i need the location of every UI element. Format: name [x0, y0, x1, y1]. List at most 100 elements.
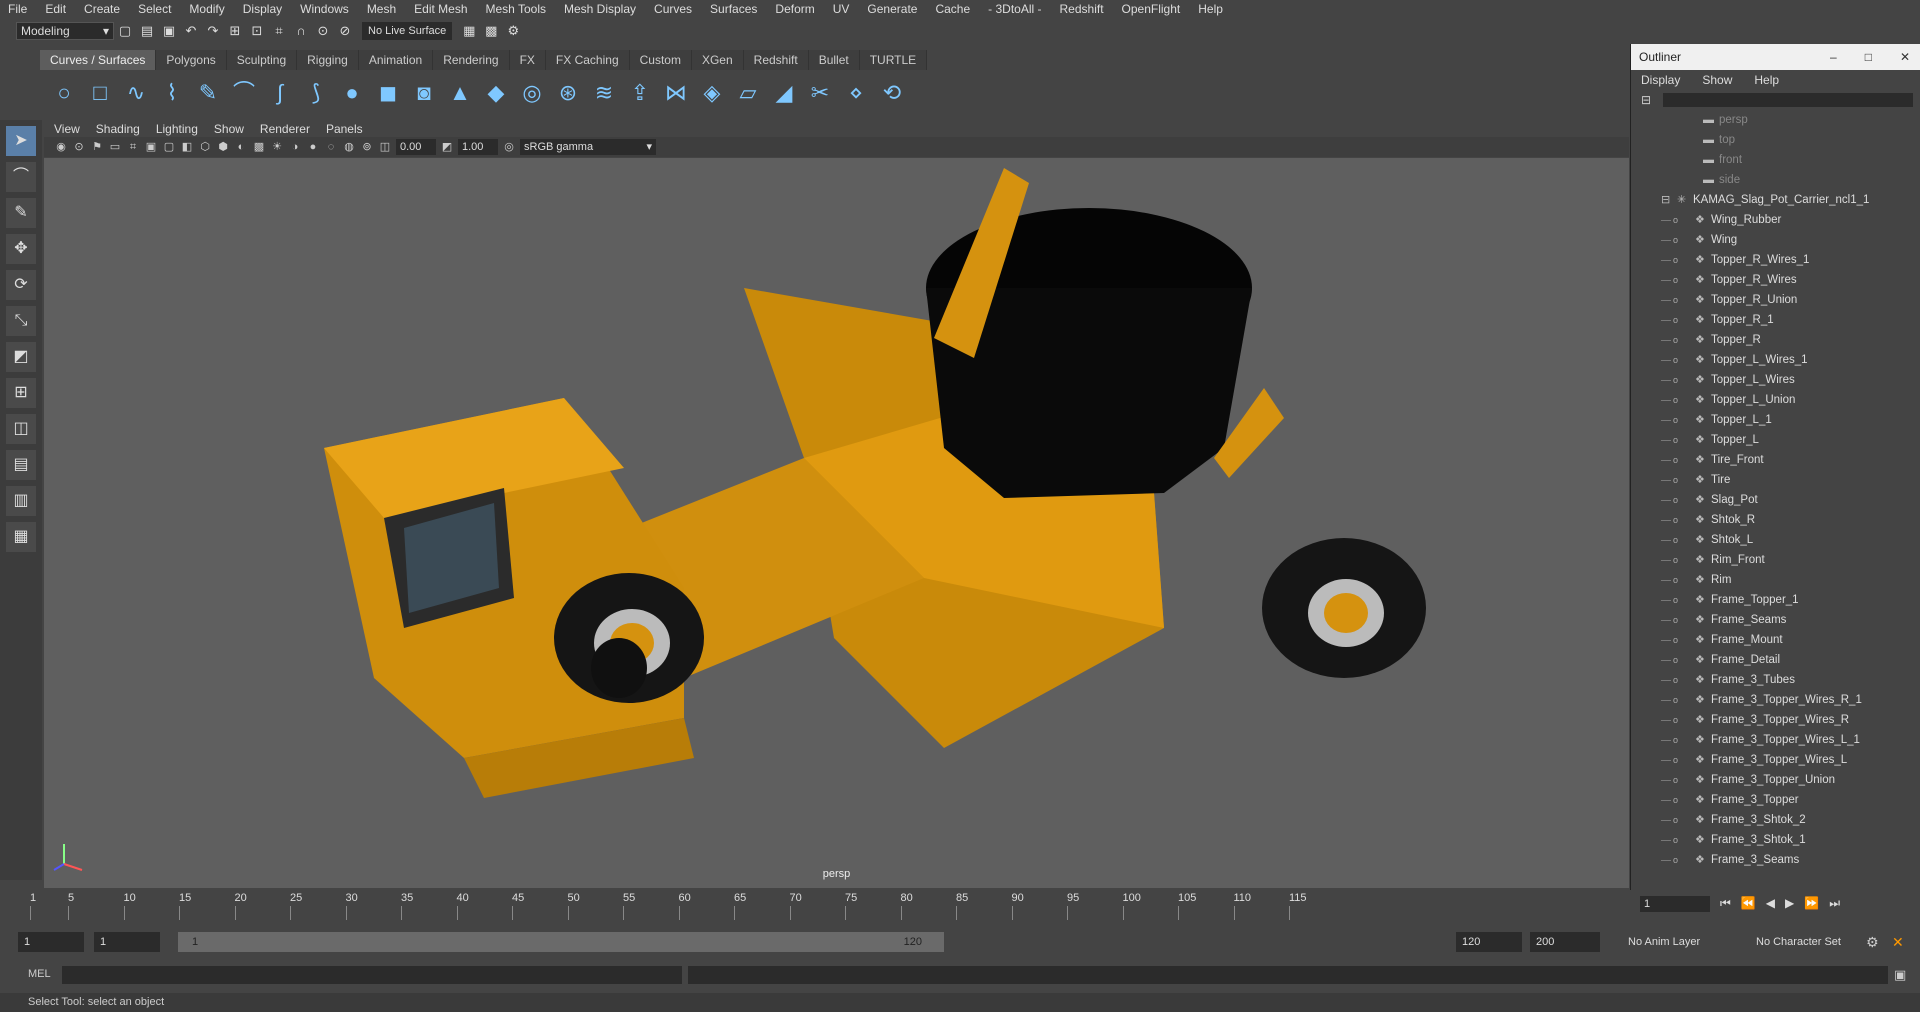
snap-curve-icon[interactable]: ∩ [292, 22, 310, 40]
motion-blur-icon[interactable]: ◌ [324, 140, 338, 154]
outliner-mesh-row[interactable]: o ❖ Frame_3_Topper_Union [1631, 770, 1920, 790]
viewport-persp[interactable]: persp [44, 158, 1629, 888]
trim-icon[interactable]: ✂ [806, 79, 834, 107]
menu-item[interactable]: Surfaces [710, 2, 757, 16]
ep-curve-icon[interactable]: ⌇ [158, 79, 186, 107]
smooth-shade-icon[interactable]: ⬢ [216, 140, 230, 154]
outliner-camera-row[interactable]: ▬ front [1631, 150, 1920, 170]
panel-menu-item[interactable]: Lighting [156, 122, 198, 136]
character-set-select[interactable]: No Character Set [1750, 932, 1862, 952]
command-input[interactable] [62, 966, 682, 984]
outliner-mesh-row[interactable]: o ❖ Frame_3_Topper_Wires_R_1 [1631, 690, 1920, 710]
menu-item[interactable]: Edit Mesh [414, 2, 467, 16]
anim-layer-select[interactable]: No Anim Layer [1622, 932, 1732, 952]
menu-item[interactable]: Mesh [367, 2, 396, 16]
outliner-mesh-row[interactable]: o ❖ Topper_R_Wires [1631, 270, 1920, 290]
exposure-field[interactable]: 0.00 [396, 139, 436, 155]
shelf-tab[interactable]: Rigging [297, 50, 359, 70]
curve-edit-icon[interactable]: ⟆ [302, 79, 330, 107]
nurbs-square-icon[interactable]: □ [86, 79, 114, 107]
outliner-layout-icon[interactable]: ▤ [6, 450, 36, 480]
shadows-icon[interactable]: ◑ [288, 140, 302, 154]
outliner-camera-row[interactable]: ▬ top [1631, 130, 1920, 150]
render-settings-icon[interactable]: ⚙ [504, 22, 522, 40]
outliner-mesh-row[interactable]: o ❖ Rim [1631, 570, 1920, 590]
filter-icon[interactable]: ⊟ [1641, 93, 1651, 107]
outliner-mesh-row[interactable]: o ❖ Topper_L_Wires_1 [1631, 350, 1920, 370]
menu-item[interactable]: Cache [935, 2, 970, 16]
playback-start-field[interactable]: 1 [94, 932, 160, 952]
go-end-icon[interactable]: ⏭ [1829, 896, 1840, 912]
outliner-group-row[interactable]: ⊟ ✳ KAMAG_Slag_Pot_Carrier_ncl1_1 [1631, 190, 1920, 210]
menu-item[interactable]: Curves [654, 2, 692, 16]
plane-icon[interactable]: ◆ [482, 79, 510, 107]
outliner-mesh-row[interactable]: o ❖ Frame_3_Topper [1631, 790, 1920, 810]
exposure-icon[interactable]: ◫ [378, 140, 392, 154]
persp-outliner-icon[interactable]: ▦ [6, 522, 36, 552]
outliner-mesh-row[interactable]: o ❖ Frame_Topper_1 [1631, 590, 1920, 610]
outliner-mesh-row[interactable]: o ❖ Frame_Detail [1631, 650, 1920, 670]
outliner-menu-item[interactable]: Display [1641, 73, 1680, 87]
end-time-field[interactable]: 200 [1530, 932, 1600, 952]
textured-icon[interactable]: ▩ [252, 140, 266, 154]
outliner-mesh-row[interactable]: o ❖ Shtok_R [1631, 510, 1920, 530]
mode-select[interactable]: Modeling [16, 22, 114, 40]
pencil-curve-icon[interactable]: ✎ [194, 79, 222, 107]
shelf-tab[interactable]: Custom [629, 50, 692, 70]
outliner-mesh-row[interactable]: o ❖ Frame_3_Topper_Wires_L_1 [1631, 730, 1920, 750]
boundary-icon[interactable]: ◈ [698, 79, 726, 107]
start-time-field[interactable]: 1 [18, 932, 84, 952]
close-icon[interactable]: ✕ [1900, 50, 1910, 64]
outliner-search-input[interactable] [1663, 93, 1914, 107]
outliner-mesh-row[interactable]: o ❖ Topper_R [1631, 330, 1920, 350]
move-tool-icon[interactable]: ✥ [6, 234, 36, 264]
panel-menu-item[interactable]: View [54, 122, 80, 136]
menu-item[interactable]: OpenFlight [1122, 2, 1181, 16]
minimize-icon[interactable]: – [1830, 50, 1837, 64]
menu-item[interactable]: - 3DtoAll - [988, 2, 1041, 16]
new-scene-icon[interactable]: ▢ [116, 22, 134, 40]
snap-point-icon[interactable]: ⊙ [314, 22, 332, 40]
next-key-icon[interactable]: ⏩ [1804, 896, 1819, 912]
time-slider[interactable]: 1 5 10 15 20 25 30 35 40 45 50 55 60 65 70 75 80 85 90 95 10… [0, 890, 1920, 922]
maximize-icon[interactable]: □ [1865, 50, 1872, 64]
redo-icon[interactable]: ↷ [204, 22, 222, 40]
current-frame-field[interactable]: 1 [1640, 896, 1710, 912]
outliner-mesh-row[interactable]: o ❖ Wing_Rubber [1631, 210, 1920, 230]
menu-item[interactable]: Create [84, 2, 120, 16]
menu-item[interactable]: Mesh Tools [486, 2, 546, 16]
outliner-mesh-row[interactable]: o ❖ Frame_3_Seams [1631, 850, 1920, 870]
wireframe-on-shaded-icon[interactable]: ◐ [234, 140, 248, 154]
menu-item[interactable]: Mesh Display [564, 2, 636, 16]
shelf-tab[interactable]: Polygons [156, 50, 227, 70]
live-surface-field[interactable]: No Live Surface [362, 22, 453, 40]
menu-item[interactable]: UV [833, 2, 850, 16]
outliner-menu-item[interactable]: Show [1702, 73, 1732, 87]
curve-tool-icon[interactable]: ∫ [266, 79, 294, 107]
cv-curve-icon[interactable]: ∿ [122, 79, 150, 107]
shelf-tab[interactable]: Rendering [433, 50, 510, 70]
two-view-icon[interactable]: ◫ [6, 414, 36, 444]
outliner-mesh-row[interactable]: o ❖ Frame_Mount [1631, 630, 1920, 650]
bookmark-icon[interactable]: ⚑ [90, 140, 104, 154]
panel-menu-item[interactable]: Panels [326, 122, 363, 136]
rotate-tool-icon[interactable]: ⟳ [6, 270, 36, 300]
four-view-icon[interactable]: ⊞ [6, 378, 36, 408]
film-gate-icon[interactable]: ▣ [144, 140, 158, 154]
range-slider[interactable]: 1 120 [178, 932, 944, 952]
outliner-mesh-row[interactable]: o ❖ Topper_L_Wires [1631, 370, 1920, 390]
snap-view-icon[interactable]: ⊘ [336, 22, 354, 40]
outliner-mesh-row[interactable]: o ❖ Topper_L [1631, 430, 1920, 450]
cone-icon[interactable]: ▲ [446, 79, 474, 107]
shelf-tab[interactable]: XGen [691, 50, 744, 70]
outliner-mesh-row[interactable]: o ❖ Frame_3_Tubes [1631, 670, 1920, 690]
shelf-tab[interactable]: Animation [358, 50, 434, 70]
collapse-icon[interactable]: ⊟ [1661, 190, 1677, 210]
menu-item[interactable]: Help [1198, 2, 1223, 16]
scale-tool-icon[interactable]: ⤡ [6, 306, 36, 336]
xray-icon[interactable]: ⊚ [360, 140, 374, 154]
script-editor-icon[interactable]: ▣ [1894, 967, 1906, 983]
bevel-icon[interactable]: ◢ [770, 79, 798, 107]
select-object-icon[interactable]: ⊡ [248, 22, 266, 40]
ipr-render-icon[interactable]: ▩ [482, 22, 500, 40]
